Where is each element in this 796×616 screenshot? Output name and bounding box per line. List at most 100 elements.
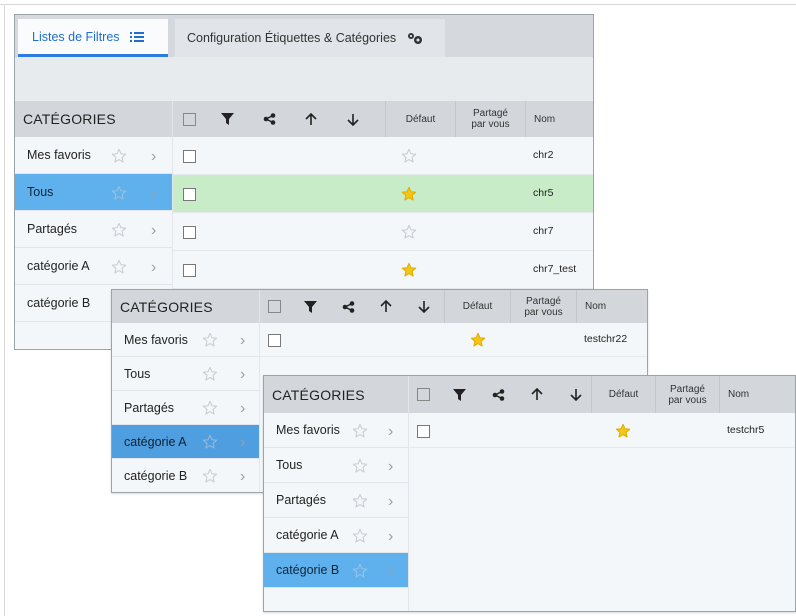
column-default[interactable]: Défaut: [591, 376, 655, 413]
arrow-up-icon[interactable]: [376, 290, 396, 323]
table-row[interactable]: testchr5: [409, 413, 795, 448]
select-all-checkbox[interactable]: [415, 376, 431, 413]
tab-filter-lists[interactable]: Listes de Filtres: [18, 19, 168, 57]
row-checkbox[interactable]: [183, 264, 196, 277]
chevron-right-icon[interactable]: ›: [388, 528, 393, 546]
column-name[interactable]: Nom: [576, 290, 647, 323]
category-item[interactable]: catégorie A ›: [112, 425, 259, 459]
tab-labels-categories-config[interactable]: Configuration Étiquettes & Catégories: [175, 19, 445, 57]
favorite-star-icon[interactable]: [111, 148, 127, 164]
column-shared[interactable]: Partagé par vous: [655, 376, 719, 413]
list-header: Défaut Partagé par vous Nom: [260, 290, 647, 323]
category-item[interactable]: Tous ›: [112, 357, 259, 391]
category-list: Mes favoris › Tous › Partagés › catégorie A › ca…: [112, 323, 259, 492]
chevron-right-icon[interactable]: ›: [151, 222, 156, 240]
default-star-filled-icon[interactable]: [401, 186, 417, 202]
row-checkbox[interactable]: [183, 150, 196, 163]
favorite-star-icon[interactable]: [352, 458, 368, 474]
favorite-star-icon[interactable]: [202, 434, 218, 450]
category-item[interactable]: catégorie B ›: [112, 459, 259, 492]
category-sidebar: CATÉGORIES Mes favoris › Tous › Partagés › cat…: [264, 376, 409, 611]
share-icon[interactable]: [338, 290, 358, 323]
chevron-right-icon[interactable]: ›: [151, 259, 156, 277]
column-name[interactable]: Nom: [719, 376, 795, 413]
category-item[interactable]: Mes favoris ›: [264, 413, 408, 448]
category-item[interactable]: Partagés ›: [15, 211, 172, 248]
filter-icon[interactable]: [217, 101, 237, 137]
column-default[interactable]: Défaut: [444, 290, 510, 323]
chevron-right-icon[interactable]: ›: [388, 458, 393, 476]
tab-bar: Listes de Filtres Configuration Étiquett…: [15, 15, 593, 57]
row-checkbox[interactable]: [183, 226, 196, 239]
chevron-right-icon[interactable]: ›: [151, 148, 156, 166]
default-star-icon[interactable]: [401, 224, 417, 240]
arrow-down-icon[interactable]: [343, 101, 363, 137]
filter-name: testchr22: [584, 333, 628, 345]
list-header: Défaut Partagé par vous Nom: [173, 101, 593, 137]
arrow-down-icon[interactable]: [566, 376, 586, 413]
page-top-border: [0, 4, 796, 5]
column-name[interactable]: Nom: [525, 101, 593, 137]
category-label: Tous: [276, 458, 303, 472]
chevron-right-icon[interactable]: ›: [240, 400, 245, 418]
column-shared[interactable]: Partagé par vous: [510, 290, 576, 323]
column-default[interactable]: Défaut: [385, 101, 455, 137]
category-item[interactable]: catégorie A ›: [15, 248, 172, 285]
category-item[interactable]: Partagés ›: [112, 391, 259, 425]
chevron-right-icon[interactable]: ›: [388, 423, 393, 441]
favorite-star-icon[interactable]: [352, 528, 368, 544]
table-row[interactable]: chr2: [173, 137, 593, 175]
default-star-icon[interactable]: [401, 148, 417, 164]
select-all-checkbox[interactable]: [266, 290, 282, 323]
chevron-right-icon[interactable]: ›: [240, 468, 245, 486]
favorite-star-icon[interactable]: [111, 222, 127, 238]
favorite-star-icon[interactable]: [352, 493, 368, 509]
arrow-up-icon[interactable]: [527, 376, 547, 413]
category-item[interactable]: Mes favoris ›: [15, 137, 172, 174]
chevron-right-icon[interactable]: ›: [240, 332, 245, 350]
favorite-star-icon[interactable]: [111, 185, 127, 201]
favorite-star-icon[interactable]: [352, 563, 368, 579]
category-item[interactable]: catégorie B ›: [264, 553, 408, 588]
row-checkbox[interactable]: [417, 425, 430, 438]
chevron-right-icon[interactable]: ›: [388, 563, 393, 581]
chevron-right-icon[interactable]: ›: [240, 434, 245, 452]
table-row[interactable]: chr7: [173, 213, 593, 251]
arrow-up-icon[interactable]: [301, 101, 321, 137]
category-item[interactable]: catégorie A ›: [264, 518, 408, 553]
table-row[interactable]: chr7_test: [173, 251, 593, 289]
category-item[interactable]: Tous ›: [264, 448, 408, 483]
row-checkbox[interactable]: [268, 334, 281, 347]
favorite-star-icon[interactable]: [202, 468, 218, 484]
share-icon[interactable]: [259, 101, 279, 137]
default-star-filled-icon[interactable]: [470, 332, 486, 348]
table-row[interactable]: testchr22: [260, 323, 647, 357]
category-item[interactable]: Partagés ›: [264, 483, 408, 518]
default-star-filled-icon[interactable]: [401, 262, 417, 278]
chevron-right-icon[interactable]: ›: [151, 185, 156, 203]
default-star-filled-icon[interactable]: [615, 423, 631, 439]
favorite-star-icon[interactable]: [352, 423, 368, 439]
column-shared-line2: par vous: [668, 394, 707, 406]
favorite-star-icon[interactable]: [202, 366, 218, 382]
tab-config-label: Configuration Étiquettes & Catégories: [187, 31, 397, 45]
chevron-right-icon[interactable]: ›: [388, 493, 393, 511]
toolbar-strip: [15, 57, 593, 101]
share-icon[interactable]: [488, 376, 508, 413]
category-item[interactable]: Mes favoris ›: [112, 323, 259, 357]
arrow-down-icon[interactable]: [414, 290, 434, 323]
filter-icon[interactable]: [300, 290, 320, 323]
category-item[interactable]: Tous ›: [15, 174, 172, 211]
column-shared-line1: Partagé: [525, 295, 561, 307]
column-shared[interactable]: Partagé par vous: [455, 101, 525, 137]
table-row[interactable]: chr5: [173, 175, 593, 213]
favorite-star-icon[interactable]: [202, 332, 218, 348]
filter-name: testchr5: [727, 424, 765, 436]
chevron-right-icon[interactable]: ›: [240, 366, 245, 384]
favorite-star-icon[interactable]: [111, 259, 127, 275]
row-checkbox[interactable]: [183, 188, 196, 201]
filter-icon[interactable]: [449, 376, 469, 413]
favorite-star-icon[interactable]: [202, 400, 218, 416]
select-all-checkbox[interactable]: [181, 101, 197, 137]
filter-name: chr2: [533, 149, 554, 161]
